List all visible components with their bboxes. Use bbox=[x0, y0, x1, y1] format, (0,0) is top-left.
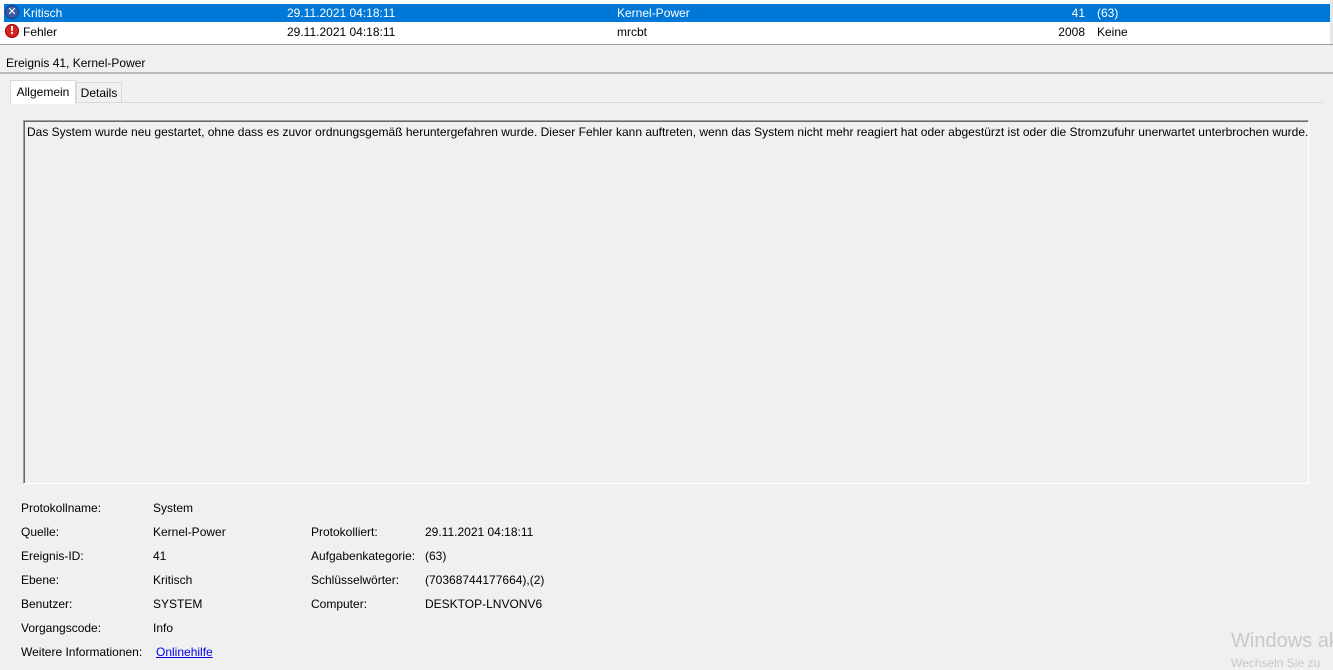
event-source: mrcbt bbox=[617, 25, 647, 39]
event-source: Kernel-Power bbox=[617, 6, 690, 20]
event-level: Fehler bbox=[23, 25, 58, 39]
logged-value: 29.11.2021 04:18:11 bbox=[425, 525, 534, 539]
list-top-edge bbox=[0, 0, 1333, 3]
event-row-error[interactable]: ! Fehler 29.11.2021 04:18:11 mrcbt 2008 … bbox=[4, 23, 1333, 41]
description-box[interactable]: Das System wurde neu gestartet, ohne das… bbox=[23, 120, 1309, 484]
task-category-label: Aufgabenkategorie: bbox=[311, 549, 416, 563]
task-category-value: (63) bbox=[425, 549, 447, 563]
event-id: 2008 bbox=[1058, 25, 1085, 39]
activation-watermark-title: Windows ak bbox=[1231, 630, 1333, 652]
log-name-value: System bbox=[153, 501, 194, 515]
computer-value: DESKTOP-LNVONV6 bbox=[425, 597, 543, 611]
tab-panel-border bbox=[10, 102, 1323, 103]
log-name-label: Protokollname: bbox=[21, 501, 102, 515]
level-label: Ebene: bbox=[21, 573, 60, 587]
detail-header: Ereignis 41, Kernel-Power bbox=[0, 50, 1333, 74]
more-info-label: Weitere Informationen: bbox=[21, 645, 143, 659]
source-label: Quelle: bbox=[21, 525, 60, 539]
event-date: 29.11.2021 04:18:11 bbox=[287, 25, 396, 39]
source-value: Kernel-Power bbox=[153, 525, 226, 539]
user-label: Benutzer: bbox=[21, 597, 73, 611]
critical-icon: ✕ bbox=[5, 5, 19, 19]
keywords-value: (70368744177664),(2) bbox=[425, 573, 545, 587]
event-id-label: Ereignis-ID: bbox=[21, 549, 84, 563]
opcode-label: Vorgangscode: bbox=[21, 621, 102, 635]
event-row-critical[interactable]: ✕ Kritisch 29.11.2021 04:18:11 Kernel-Po… bbox=[4, 4, 1333, 22]
online-help-link[interactable]: Onlinehilfe bbox=[156, 645, 213, 659]
event-level: Kritisch bbox=[23, 6, 63, 20]
opcode-value: Info bbox=[153, 621, 174, 635]
list-divider bbox=[0, 44, 1333, 45]
level-value: Kritisch bbox=[153, 573, 193, 587]
tab-details[interactable]: Details bbox=[76, 82, 122, 103]
logged-label: Protokolliert: bbox=[311, 525, 378, 539]
event-date: 29.11.2021 04:18:11 bbox=[287, 6, 396, 20]
event-list[interactable]: ✕ Kritisch 29.11.2021 04:18:11 Kernel-Po… bbox=[0, 0, 1333, 44]
description-text: Das System wurde neu gestartet, ohne das… bbox=[27, 125, 1309, 139]
event-id-value: 41 bbox=[153, 549, 167, 563]
detail-title: Ereignis 41, Kernel-Power bbox=[6, 56, 146, 70]
event-task-category: (63) bbox=[1097, 6, 1119, 20]
event-id: 41 bbox=[1071, 6, 1085, 20]
event-task-category: Keine bbox=[1097, 25, 1128, 39]
user-value: SYSTEM bbox=[153, 597, 203, 611]
keywords-label: Schlüsselwörter: bbox=[311, 573, 400, 587]
error-icon: ! bbox=[5, 24, 19, 38]
computer-label: Computer: bbox=[311, 597, 368, 611]
tab-general[interactable]: Allgemein bbox=[10, 80, 76, 104]
